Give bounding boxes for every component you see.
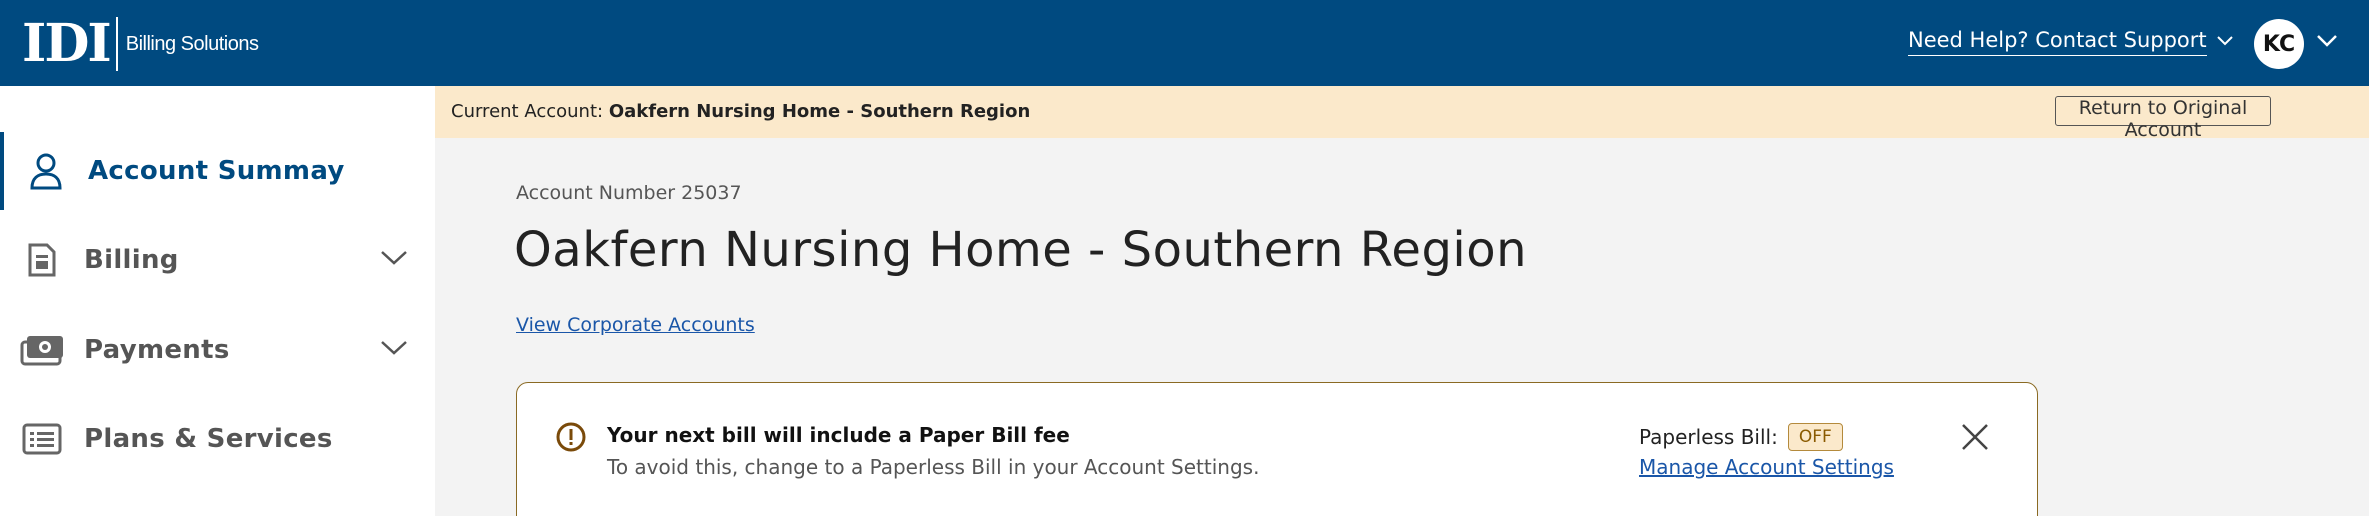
return-to-original-account-button[interactable]: Return to Original Account: [2055, 96, 2271, 141]
current-account-label: Current Account: Oakfern Nursing Home - …: [451, 101, 1030, 122]
sidebar-item-payments[interactable]: Payments: [0, 311, 435, 389]
logo[interactable]: IDI Billing Solutions: [22, 13, 259, 74]
sidebar-item-label: Account Summay: [88, 156, 345, 186]
chevron-down-icon: [380, 250, 408, 270]
alert-body: To avoid this, change to a Paperless Bil…: [607, 455, 1260, 479]
bill-icon: [20, 238, 64, 282]
sidebar-item-plans-services[interactable]: Plans & Services: [0, 400, 435, 478]
current-account-name: Oakfern Nursing Home - Southern Region: [608, 101, 1031, 122]
contact-support-menu[interactable]: Need Help? Contact Support: [1908, 28, 2233, 56]
chevron-down-icon[interactable]: [2316, 33, 2338, 52]
current-account-banner: Current Account: Oakfern Nursing Home - …: [435, 86, 2369, 141]
current-account-prefix: Current Account:: [451, 101, 604, 122]
logo-divider: [115, 17, 118, 71]
warning-icon: [555, 421, 587, 457]
sidebar-item-account-summary[interactable]: Account Summay: [0, 132, 435, 210]
manage-account-settings-link[interactable]: Manage Account Settings: [1639, 455, 1894, 479]
sidebar: Account Summay Billing Payments Plans & …: [0, 86, 435, 516]
paperless-bill-status: Paperless Bill: OFF: [1639, 423, 1843, 451]
sidebar-item-label: Plans & Services: [84, 424, 333, 454]
logo-mark: IDI: [22, 13, 112, 74]
page-title: Oakfern Nursing Home - Southern Region: [514, 222, 1528, 278]
close-icon: [1962, 424, 1988, 450]
status-badge: OFF: [1787, 423, 1843, 451]
logo-text: Billing Solutions: [125, 32, 259, 55]
view-corporate-accounts-link[interactable]: View Corporate Accounts: [516, 314, 755, 336]
money-icon: [20, 328, 64, 372]
avatar[interactable]: KC: [2254, 19, 2304, 69]
sidebar-item-label: Payments: [84, 335, 230, 365]
sidebar-item-billing[interactable]: Billing: [0, 221, 435, 299]
account-number: Account Number 25037: [516, 182, 742, 204]
close-alert-button[interactable]: [1957, 419, 1993, 455]
user-icon: [24, 149, 68, 193]
chevron-down-icon: [380, 340, 408, 360]
contact-support-label: Need Help? Contact Support: [1908, 28, 2207, 56]
sidebar-item-label: Billing: [84, 245, 179, 275]
chevron-down-icon: [2216, 31, 2233, 50]
paperless-bill-label: Paperless Bill:: [1639, 425, 1778, 449]
top-header: IDI Billing Solutions Need Help? Contact…: [0, 0, 2369, 86]
alert-title: Your next bill will include a Paper Bill…: [607, 423, 1070, 447]
paper-bill-alert: Your next bill will include a Paper Bill…: [516, 382, 2038, 516]
list-icon: [20, 417, 64, 461]
